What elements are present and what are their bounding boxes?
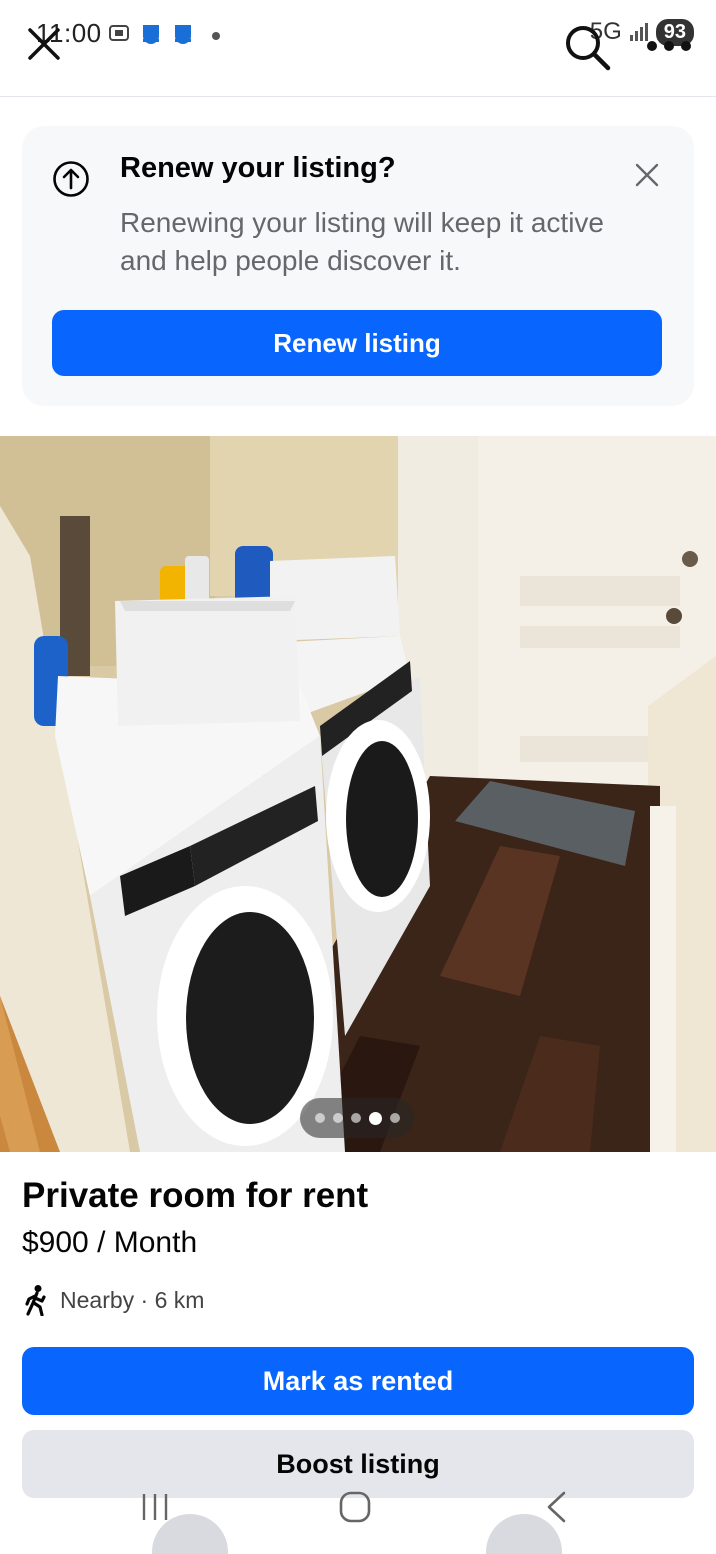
walking-person-icon — [25, 1285, 46, 1316]
back-icon[interactable] — [542, 1490, 570, 1524]
close-icon[interactable] — [22, 22, 66, 66]
header-divider — [0, 96, 716, 97]
carousel-indicator — [300, 1098, 414, 1138]
renew-card-title: Renew your listing? — [120, 152, 396, 184]
carousel-dot — [350, 1113, 361, 1123]
home-icon[interactable] — [338, 1490, 372, 1524]
renew-listing-button[interactable]: Renew listing — [52, 310, 662, 376]
carousel-dot — [314, 1113, 325, 1123]
dot-icon — [212, 32, 220, 40]
notification-icon — [175, 25, 191, 44]
carousel-dot-active — [368, 1111, 382, 1125]
listing-photo[interactable] — [0, 436, 716, 1152]
distance-row: Nearby · 6 km — [22, 1284, 204, 1316]
carousel-dot — [332, 1113, 343, 1123]
screenshot-icon — [109, 25, 129, 41]
mark-as-rented-button[interactable]: Mark as rented — [22, 1347, 694, 1415]
renew-card-close-icon[interactable] — [632, 160, 662, 190]
recent-apps-icon[interactable] — [138, 1492, 172, 1522]
renew-listing-card: Renew your listing? Renewing your listin… — [22, 126, 694, 406]
renew-card-description: Renewing your listing will keep it activ… — [120, 207, 604, 276]
carousel-dot — [389, 1113, 400, 1123]
more-icon[interactable] — [646, 36, 692, 56]
listing-title: Private room for rent — [22, 1176, 369, 1215]
notification-icon — [143, 25, 159, 44]
status-notification-icons — [108, 22, 220, 44]
listing-price: $900 / Month — [22, 1226, 198, 1259]
distance-text: Nearby · 6 km — [60, 1286, 205, 1313]
laundry-room-image — [0, 436, 716, 1152]
upload-circle-icon — [53, 161, 89, 197]
system-navigation-bar — [0, 1470, 716, 1554]
search-icon[interactable] — [562, 22, 612, 72]
